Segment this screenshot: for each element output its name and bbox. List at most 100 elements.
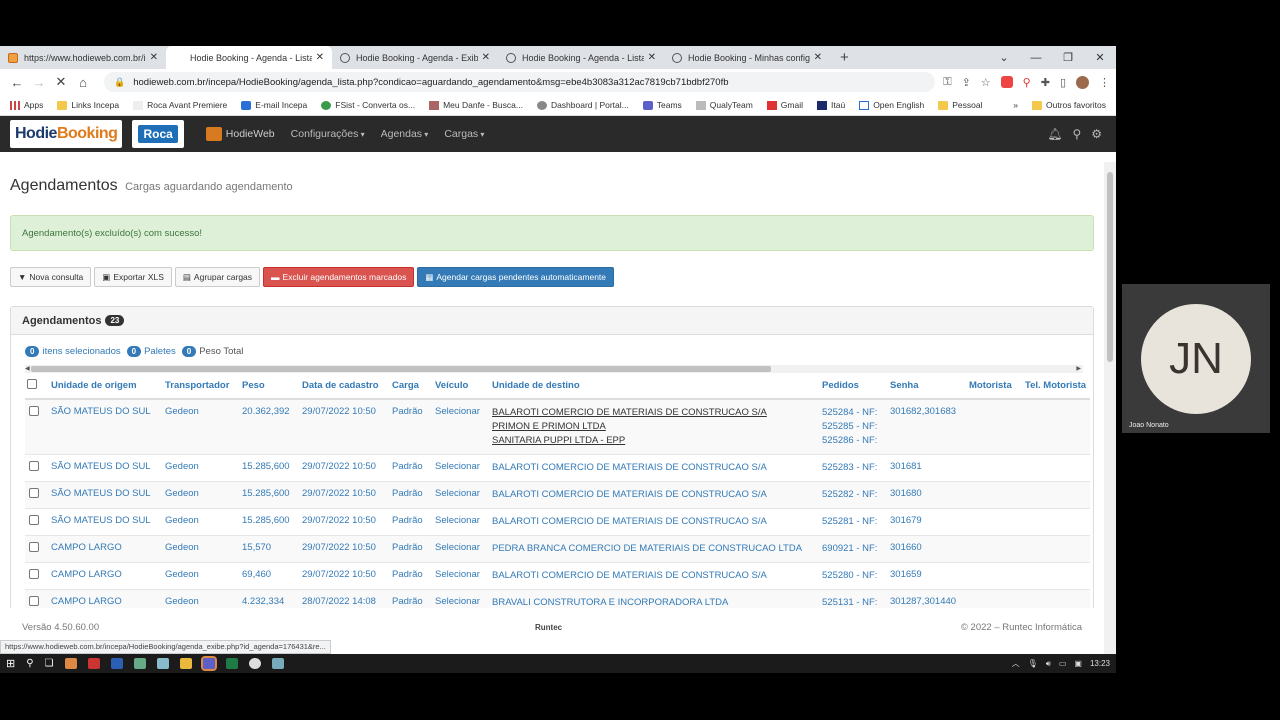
cell-veiculo[interactable]: Selecionar	[431, 508, 488, 536]
cell-transportador[interactable]: Gedeon	[161, 562, 238, 590]
tab-4[interactable]: Hodie Booking - Minhas configu ✕	[664, 46, 830, 69]
pedido-link[interactable]: 525282 - NF:	[822, 488, 882, 502]
table-row[interactable]: CAMPO LARGO Gedeon 4.232,334 28/07/2022 14:…	[25, 589, 1091, 608]
row-checkbox[interactable]	[29, 488, 39, 498]
bookmark-qualyteam[interactable]: QualyTeam	[695, 100, 753, 110]
cell-veiculo[interactable]: Selecionar	[431, 481, 488, 509]
destino-link[interactable]: PRIMON E PRIMON LTDA	[492, 420, 814, 434]
close-window-icon[interactable]: ✕	[1084, 51, 1116, 64]
puzzle-icon[interactable]: ✚	[1041, 76, 1050, 89]
cell-peso[interactable]: 15.285,600	[238, 508, 298, 536]
cell-origem[interactable]: CAMPO LARGO	[47, 562, 161, 590]
cell-destino[interactable]: BALAROTI COMERCIO DE MATERIAIS DE CONSTR…	[488, 508, 818, 536]
chrome-icon[interactable]	[248, 658, 261, 669]
tab-2[interactable]: Hodie Booking - Agenda - Exibiç ✕	[332, 46, 498, 69]
cell-data[interactable]: 29/07/2022 10:50	[298, 508, 388, 536]
cell-transportador[interactable]: Gedeon	[161, 508, 238, 536]
cell-pedidos[interactable]: 525280 - NF:	[818, 562, 886, 590]
destino-link[interactable]: SANITARIA PUPPI LTDA - EPP	[492, 434, 814, 448]
pedido-link[interactable]: 525286 - NF:	[822, 434, 882, 448]
tab-1[interactable]: Hodie Booking - Agenda - Lista ✕	[166, 46, 332, 69]
table-row[interactable]: CAMPO LARGO Gedeon 15,570 29/07/2022 10:50 P…	[25, 535, 1091, 563]
row-checkbox[interactable]	[29, 542, 39, 552]
destino-link[interactable]: BALAROTI COMERCIO DE MATERIAIS DE CONSTR…	[492, 461, 814, 475]
pedido-link[interactable]: 525281 - NF:	[822, 515, 882, 529]
cell-pedidos[interactable]: 690921 - NF:	[818, 535, 886, 563]
pedido-link[interactable]: 525131 - NF:	[822, 596, 882, 608]
pedido-link[interactable]: 525283 - NF:	[822, 461, 882, 475]
microphone-icon[interactable]: 🎙︎	[1028, 659, 1038, 668]
cell-destino[interactable]: BALAROTI COMERCIO DE MATERIAIS DE CONSTR…	[488, 454, 818, 482]
home-icon[interactable]: ⌂	[72, 75, 94, 90]
cell-peso[interactable]: 15.285,600	[238, 481, 298, 509]
cell-origem[interactable]: CAMPO LARGO	[47, 535, 161, 563]
cell-senha[interactable]: 301287,301440	[886, 589, 965, 608]
col-pedidos[interactable]: Pedidos	[818, 373, 886, 400]
cell-data[interactable]: 29/07/2022 10:50	[298, 562, 388, 590]
cell-senha[interactable]: 301659	[886, 562, 965, 590]
close-tab-icon[interactable]: ✕	[150, 52, 158, 63]
cell-origem[interactable]: CAMPO LARGO	[47, 589, 161, 608]
agrupar-cargas-button[interactable]: ▤ Agrupar cargas	[174, 267, 261, 287]
cell-destino[interactable]: BALAROTI COMERCIO DE MATERIAIS DE CONSTR…	[488, 562, 818, 590]
tab-search-icon[interactable]: ⌄	[988, 51, 1020, 64]
tab-0[interactable]: https://www.hodieweb.com.br/in ✕	[0, 46, 166, 69]
cell-carga[interactable]: Padrão	[388, 535, 431, 563]
col-data[interactable]: Data de cadastro	[298, 373, 388, 400]
excluir-button[interactable]: ▬ Excluir agendamentos marcados	[263, 267, 415, 287]
bookmark-open-english[interactable]: Open English	[859, 100, 924, 110]
cell-origem[interactable]: SÃO MATEUS DO SUL	[47, 481, 161, 509]
cell-carga[interactable]: Padrão	[388, 562, 431, 590]
close-tab-icon[interactable]: ✕	[814, 52, 822, 63]
bookmark-fsist[interactable]: FSist - Converta os...	[321, 100, 415, 110]
menu-agendas[interactable]: Agendas	[381, 128, 429, 140]
search-icon[interactable]: ⚲	[1072, 127, 1081, 141]
cell-data[interactable]: 29/07/2022 10:50	[298, 481, 388, 509]
kebab-menu-icon[interactable]: ⋮	[1099, 76, 1110, 89]
cell-carga[interactable]: Padrão	[388, 481, 431, 509]
cell-destino[interactable]: BALAROTI COMERCIO DE MATERIAIS DE CONSTR…	[488, 398, 818, 455]
volume-icon[interactable]: 🔊︎	[1046, 659, 1051, 669]
cell-carga[interactable]: Padrão	[388, 508, 431, 536]
destino-link[interactable]: PEDRA BRANCA COMERCIO DE MATERIAIS DE CO…	[492, 542, 814, 556]
back-icon[interactable]: ←	[6, 75, 28, 90]
cell-data[interactable]: 29/07/2022 10:50	[298, 535, 388, 563]
table-row[interactable]: CAMPO LARGO Gedeon 69,460 29/07/2022 10:50 P…	[25, 562, 1091, 590]
cell-transportador[interactable]: Gedeon	[161, 481, 238, 509]
forward-icon[interactable]: →	[28, 75, 50, 90]
task-view-icon[interactable]: ❏	[45, 658, 54, 669]
row-checkbox[interactable]	[29, 596, 39, 606]
cell-destino[interactable]: BALAROTI COMERCIO DE MATERIAIS DE CONSTR…	[488, 481, 818, 509]
share-icon[interactable]: ⇪	[962, 76, 971, 89]
word-icon[interactable]	[110, 658, 123, 669]
notepad-icon[interactable]	[156, 658, 169, 669]
row-checkbox[interactable]	[29, 569, 39, 579]
cell-transportador[interactable]: Gedeon	[161, 398, 238, 455]
vertical-scroll-thumb[interactable]	[1107, 172, 1113, 362]
calculator-icon[interactable]	[271, 658, 284, 669]
bookmark-dashboard[interactable]: Dashboard | Portal...	[536, 100, 629, 110]
hodieweb-link[interactable]: HodieWeb	[205, 127, 275, 141]
minimize-icon[interactable]: —	[1020, 52, 1052, 64]
bookmark-roca[interactable]: Roca Avant Premiere	[133, 100, 227, 110]
cell-carga[interactable]: Padrão	[388, 398, 431, 455]
cell-carga[interactable]: Padrão	[388, 454, 431, 482]
close-tab-icon[interactable]: ✕	[648, 52, 656, 63]
col-destino[interactable]: Unidade de destino	[488, 373, 818, 400]
agendar-button[interactable]: ▦ Agendar cargas pendentes automaticament…	[417, 267, 615, 287]
col-tel-motorista[interactable]: Tel. Motorista	[1021, 373, 1091, 400]
app-icon[interactable]	[133, 658, 146, 669]
table-row[interactable]: SÃO MATEUS DO SUL Gedeon 20.362,392 29/07/2…	[25, 398, 1091, 455]
cell-veiculo[interactable]: Selecionar	[431, 454, 488, 482]
cell-pedidos[interactable]: 525282 - NF:	[818, 481, 886, 509]
cell-origem[interactable]: SÃO MATEUS DO SUL	[47, 508, 161, 536]
cell-data[interactable]: 29/07/2022 10:50	[298, 454, 388, 482]
col-veiculo[interactable]: Veículo	[431, 373, 488, 400]
key-icon[interactable]: ⚿	[943, 76, 951, 89]
cell-senha[interactable]: 301679	[886, 508, 965, 536]
exportar-xls-button[interactable]: ▣ Exportar XLS	[94, 267, 172, 287]
search-icon[interactable]: ⚲	[26, 658, 33, 669]
col-peso[interactable]: Peso	[238, 373, 298, 400]
cell-peso[interactable]: 4.232,334	[238, 589, 298, 608]
cell-data[interactable]: 28/07/2022 14:08	[298, 589, 388, 608]
